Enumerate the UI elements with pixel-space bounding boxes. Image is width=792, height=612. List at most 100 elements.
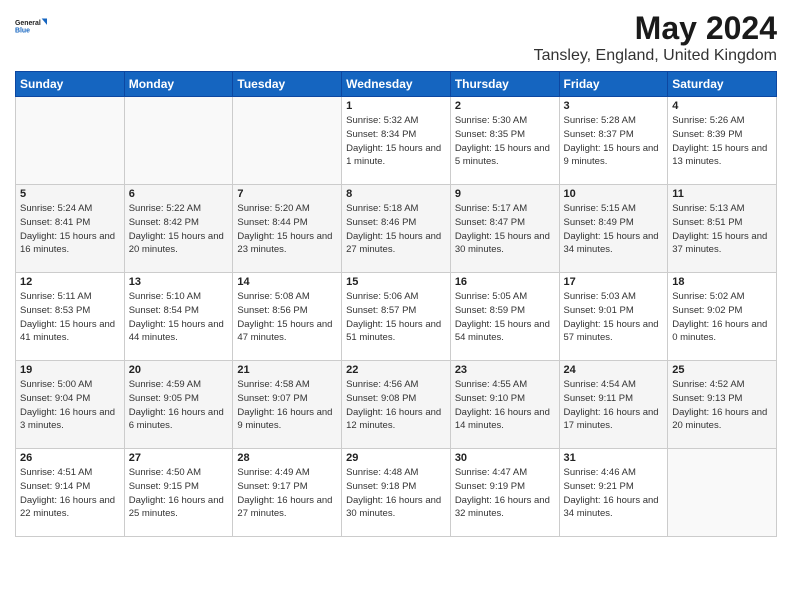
day-number: 9 [455,188,555,200]
calendar-day-cell: 17 Sunrise: 5:03 AMSunset: 9:01 PMDaylig… [559,273,668,361]
calendar-day-cell: 19 Sunrise: 5:00 AMSunset: 9:04 PMDaylig… [16,361,125,449]
calendar-header-cell: Saturday [668,72,777,97]
day-detail: Sunrise: 5:08 AMSunset: 8:56 PMDaylight:… [237,290,337,345]
day-number: 11 [672,188,772,200]
calendar-day-cell: 30 Sunrise: 4:47 AMSunset: 9:19 PMDaylig… [450,449,559,537]
calendar-header-cell: Wednesday [342,72,451,97]
calendar-header-cell: Monday [124,72,233,97]
day-detail: Sunrise: 5:22 AMSunset: 8:42 PMDaylight:… [129,202,229,257]
calendar-day-cell: 5 Sunrise: 5:24 AMSunset: 8:41 PMDayligh… [16,185,125,273]
day-number: 15 [346,276,446,288]
day-number: 18 [672,276,772,288]
day-detail: Sunrise: 4:47 AMSunset: 9:19 PMDaylight:… [455,466,555,521]
calendar-week-row: 12 Sunrise: 5:11 AMSunset: 8:53 PMDaylig… [16,273,777,361]
calendar-header-cell: Sunday [16,72,125,97]
calendar-header-cell: Friday [559,72,668,97]
calendar-week-row: 26 Sunrise: 4:51 AMSunset: 9:14 PMDaylig… [16,449,777,537]
day-detail: Sunrise: 5:11 AMSunset: 8:53 PMDaylight:… [20,290,120,345]
calendar-week-row: 19 Sunrise: 5:00 AMSunset: 9:04 PMDaylig… [16,361,777,449]
day-number: 8 [346,188,446,200]
day-detail: Sunrise: 5:06 AMSunset: 8:57 PMDaylight:… [346,290,446,345]
header: General Blue May 2024 Tansley, England, … [15,10,777,65]
day-detail: Sunrise: 5:10 AMSunset: 8:54 PMDaylight:… [129,290,229,345]
day-detail: Sunrise: 5:26 AMSunset: 8:39 PMDaylight:… [672,114,772,169]
calendar-day-cell: 27 Sunrise: 4:50 AMSunset: 9:15 PMDaylig… [124,449,233,537]
day-number: 30 [455,452,555,464]
day-number: 29 [346,452,446,464]
calendar-day-cell: 28 Sunrise: 4:49 AMSunset: 9:17 PMDaylig… [233,449,342,537]
calendar-day-cell: 7 Sunrise: 5:20 AMSunset: 8:44 PMDayligh… [233,185,342,273]
day-detail: Sunrise: 4:51 AMSunset: 9:14 PMDaylight:… [20,466,120,521]
calendar-day-cell: 23 Sunrise: 4:55 AMSunset: 9:10 PMDaylig… [450,361,559,449]
svg-text:General: General [15,20,41,27]
calendar-day-cell [668,449,777,537]
location-title: Tansley, England, United Kingdom [534,47,777,65]
day-number: 25 [672,364,772,376]
day-detail: Sunrise: 5:32 AMSunset: 8:34 PMDaylight:… [346,114,446,169]
day-number: 28 [237,452,337,464]
day-detail: Sunrise: 5:13 AMSunset: 8:51 PMDaylight:… [672,202,772,257]
day-number: 26 [20,452,120,464]
calendar-day-cell: 4 Sunrise: 5:26 AMSunset: 8:39 PMDayligh… [668,97,777,185]
calendar-day-cell: 20 Sunrise: 4:59 AMSunset: 9:05 PMDaylig… [124,361,233,449]
calendar-day-cell: 1 Sunrise: 5:32 AMSunset: 8:34 PMDayligh… [342,97,451,185]
day-number: 4 [672,100,772,112]
day-detail: Sunrise: 5:00 AMSunset: 9:04 PMDaylight:… [20,378,120,433]
calendar-table: SundayMondayTuesdayWednesdayThursdayFrid… [15,71,777,537]
calendar-day-cell: 31 Sunrise: 4:46 AMSunset: 9:21 PMDaylig… [559,449,668,537]
calendar-day-cell [124,97,233,185]
calendar-day-cell: 16 Sunrise: 5:05 AMSunset: 8:59 PMDaylig… [450,273,559,361]
day-detail: Sunrise: 4:50 AMSunset: 9:15 PMDaylight:… [129,466,229,521]
day-detail: Sunrise: 4:56 AMSunset: 9:08 PMDaylight:… [346,378,446,433]
day-detail: Sunrise: 5:15 AMSunset: 8:49 PMDaylight:… [564,202,664,257]
calendar-day-cell: 21 Sunrise: 4:58 AMSunset: 9:07 PMDaylig… [233,361,342,449]
day-number: 21 [237,364,337,376]
title-area: May 2024 Tansley, England, United Kingdo… [534,10,777,65]
calendar-day-cell: 13 Sunrise: 5:10 AMSunset: 8:54 PMDaylig… [124,273,233,361]
day-detail: Sunrise: 5:28 AMSunset: 8:37 PMDaylight:… [564,114,664,169]
calendar-day-cell: 9 Sunrise: 5:17 AMSunset: 8:47 PMDayligh… [450,185,559,273]
day-detail: Sunrise: 5:02 AMSunset: 9:02 PMDaylight:… [672,290,772,345]
day-detail: Sunrise: 5:05 AMSunset: 8:59 PMDaylight:… [455,290,555,345]
day-detail: Sunrise: 5:17 AMSunset: 8:47 PMDaylight:… [455,202,555,257]
calendar-day-cell [233,97,342,185]
calendar-day-cell: 3 Sunrise: 5:28 AMSunset: 8:37 PMDayligh… [559,97,668,185]
day-number: 2 [455,100,555,112]
calendar-header-row: SundayMondayTuesdayWednesdayThursdayFrid… [16,72,777,97]
day-number: 17 [564,276,664,288]
day-detail: Sunrise: 4:59 AMSunset: 9:05 PMDaylight:… [129,378,229,433]
calendar-day-cell: 8 Sunrise: 5:18 AMSunset: 8:46 PMDayligh… [342,185,451,273]
day-detail: Sunrise: 4:58 AMSunset: 9:07 PMDaylight:… [237,378,337,433]
day-number: 22 [346,364,446,376]
day-number: 13 [129,276,229,288]
day-detail: Sunrise: 4:48 AMSunset: 9:18 PMDaylight:… [346,466,446,521]
logo: General Blue [15,10,47,42]
day-number: 6 [129,188,229,200]
svg-text:Blue: Blue [15,27,30,34]
calendar-day-cell: 22 Sunrise: 4:56 AMSunset: 9:08 PMDaylig… [342,361,451,449]
day-detail: Sunrise: 5:03 AMSunset: 9:01 PMDaylight:… [564,290,664,345]
day-number: 23 [455,364,555,376]
calendar-day-cell: 24 Sunrise: 4:54 AMSunset: 9:11 PMDaylig… [559,361,668,449]
day-number: 7 [237,188,337,200]
month-title: May 2024 [534,10,777,47]
day-number: 31 [564,452,664,464]
day-number: 12 [20,276,120,288]
day-detail: Sunrise: 5:20 AMSunset: 8:44 PMDaylight:… [237,202,337,257]
calendar-week-row: 5 Sunrise: 5:24 AMSunset: 8:41 PMDayligh… [16,185,777,273]
day-detail: Sunrise: 4:46 AMSunset: 9:21 PMDaylight:… [564,466,664,521]
day-number: 1 [346,100,446,112]
calendar-day-cell: 15 Sunrise: 5:06 AMSunset: 8:57 PMDaylig… [342,273,451,361]
day-number: 16 [455,276,555,288]
logo-svg: General Blue [15,10,47,42]
calendar-day-cell: 26 Sunrise: 4:51 AMSunset: 9:14 PMDaylig… [16,449,125,537]
day-number: 27 [129,452,229,464]
day-number: 19 [20,364,120,376]
calendar-day-cell: 6 Sunrise: 5:22 AMSunset: 8:42 PMDayligh… [124,185,233,273]
day-detail: Sunrise: 4:54 AMSunset: 9:11 PMDaylight:… [564,378,664,433]
day-number: 10 [564,188,664,200]
day-detail: Sunrise: 4:49 AMSunset: 9:17 PMDaylight:… [237,466,337,521]
day-number: 14 [237,276,337,288]
calendar-header-cell: Thursday [450,72,559,97]
calendar-day-cell: 18 Sunrise: 5:02 AMSunset: 9:02 PMDaylig… [668,273,777,361]
